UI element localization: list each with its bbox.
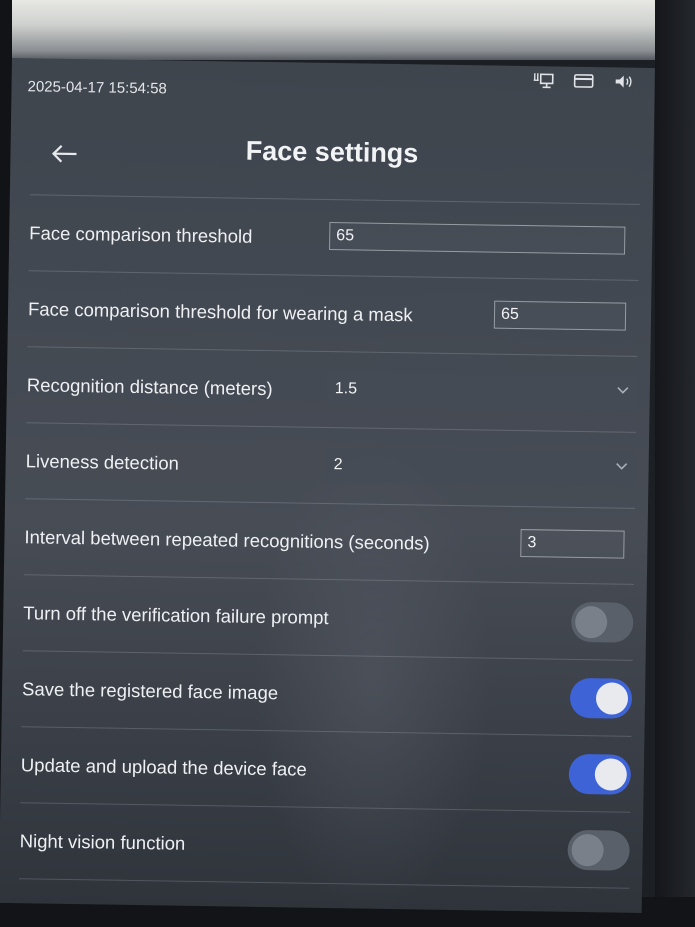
interval-input[interactable]: 3 [520,529,625,559]
upload-device-face-toggle[interactable] [568,753,632,795]
setting-row-save-face-image: Save the registered face image [21,650,633,736]
upload-device-face-label: Update and upload the device face [20,753,307,780]
page-title: Face settings [245,135,419,169]
setting-row-night-vision: Night vision function [19,802,631,889]
toggle-knob [571,833,604,867]
card-icon [573,73,595,89]
liveness-select[interactable]: 2 [325,447,636,487]
setting-row-verification-prompt: Turn off the verification failure prompt [22,574,634,660]
device-screen: 2025-04-17 15:54:58 Face settings Face c… [0,58,655,913]
face-threshold-input[interactable]: 65 [329,222,626,255]
setting-row-interval: Interval between repeated recognitions (… [23,498,636,584]
liveness-value: 2 [333,456,343,474]
verification-prompt-toggle[interactable] [570,601,634,643]
verification-prompt-label: Turn off the verification failure prompt [23,601,329,628]
background-wall [0,0,695,60]
setting-row-recognition-distance: Recognition distance (meters) 1.5 [26,346,638,432]
liveness-label: Liveness detection [25,449,180,474]
mask-threshold-label: Face comparison threshold for wearing a … [27,297,413,325]
recognition-distance-label: Recognition distance (meters) [26,373,273,399]
face-threshold-label: Face comparison threshold [29,221,253,247]
setting-row-liveness: Liveness detection 2 [25,422,637,508]
chevron-down-icon [617,387,629,394]
toggle-knob [595,682,629,715]
device-bezel-right [655,0,695,927]
save-face-image-label: Save the registered face image [21,677,279,703]
interval-label: Interval between repeated recognitions (… [24,525,430,554]
title-bar: Face settings [10,126,654,192]
night-vision-label: Night vision function [19,829,186,854]
recognition-distance-value: 1.5 [334,380,358,398]
volume-icon [613,73,635,89]
settings-list: Face comparison threshold 65 Face compar… [19,194,640,889]
save-face-image-toggle[interactable] [569,677,633,719]
setting-row-mask-threshold: Face comparison threshold for wearing a … [27,270,639,356]
network-icon [533,72,555,89]
mask-threshold-input[interactable]: 65 [493,300,627,331]
setting-row-upload-device-face: Update and upload the device face [20,726,632,812]
recognition-distance-select[interactable]: 1.5 [326,371,638,411]
chevron-down-icon [616,462,628,470]
status-icons [533,72,635,90]
night-vision-toggle[interactable] [567,829,630,871]
toggle-knob [574,605,608,639]
toggle-knob [594,758,628,791]
setting-row-face-threshold: Face comparison threshold 65 [28,194,640,280]
status-datetime: 2025-04-17 15:54:58 [27,78,167,98]
status-bar: 2025-04-17 15:54:58 [11,58,655,128]
